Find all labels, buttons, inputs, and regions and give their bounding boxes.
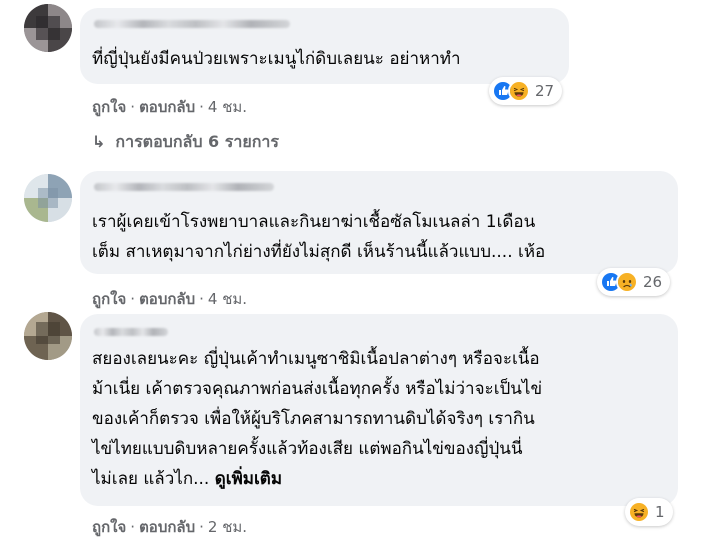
separator: · — [199, 518, 204, 536]
comment-text-line: สยองเลยนะคะ ญี่ปุ่นเค้าทำเมนูซาชิมิเนื้อ… — [92, 349, 540, 369]
timestamp[interactable]: 2 ชม. — [208, 518, 247, 536]
commenter-name[interactable] — [94, 328, 168, 336]
comment-text-line: ม้าเนี่ย เค้าตรวจคุณภาพก่อนส่งเนื้อทุกคร… — [92, 379, 543, 399]
comment-text-line: เราผู้เคยเข้าโรงพยาบาลและกินยาฆ่าเชื้อซั… — [92, 212, 536, 232]
reply-button[interactable]: ตอบกลับ — [139, 518, 195, 536]
separator: · — [199, 98, 204, 116]
commenter-name[interactable] — [94, 183, 274, 191]
comment-text-line: ไข่ไทยแบบดิบหลายครั้งแล้วท้องเสีย แต่พอก… — [92, 439, 523, 459]
comment-text-line: ของเค้าก็ตรวจ เพื่อให้ผู้บริโภคสามารถทาน… — [92, 409, 535, 429]
comment-bubble: ที่ญี่ปุ่นยังมีคนป่วยเพราะเมนูไก่ดิบเลยน… — [80, 8, 569, 84]
comment-text-line: ไม่เลย แล้วไก... ดูเพิ่มเติม — [92, 466, 282, 492]
like-button[interactable]: ถูกใจ — [92, 518, 126, 536]
like-button[interactable]: ถูกใจ — [92, 290, 126, 308]
comment-text: ที่ญี่ปุ่นยังมีคนป่วยเพราะเมนูไก่ดิบเลยน… — [92, 49, 461, 69]
avatar[interactable] — [24, 174, 72, 222]
separator: · — [130, 518, 136, 536]
comment-actions: ถูกใจ · ตอบกลับ · 2 ชม. — [92, 515, 247, 539]
reaction-count: 1 — [655, 503, 665, 521]
timestamp[interactable]: 4 ชม. — [208, 290, 247, 308]
comment-text-truncated: ไม่เลย แล้วไก... — [92, 469, 210, 489]
reaction-summary[interactable]: 27 — [489, 77, 563, 105]
avatar[interactable] — [24, 4, 72, 52]
view-replies-label: การตอบกลับ 6 รายการ — [115, 132, 279, 151]
separator: · — [199, 290, 204, 308]
see-more-link[interactable]: ดูเพิ่มเติม — [215, 469, 282, 489]
comment-bubble: สยองเลยนะคะ ญี่ปุ่นเค้าทำเมนูซาชิมิเนื้อ… — [80, 314, 678, 506]
haha-icon — [508, 80, 530, 102]
reaction-summary[interactable]: 1 — [625, 498, 673, 526]
haha-icon — [628, 501, 650, 523]
sad-icon — [616, 271, 638, 293]
like-button[interactable]: ถูกใจ — [92, 98, 126, 116]
avatar[interactable] — [24, 312, 72, 360]
comment-bubble: เราผู้เคยเข้าโรงพยาบาลและกินยาฆ่าเชื้อซั… — [80, 171, 678, 274]
reaction-count: 26 — [643, 273, 663, 291]
separator: · — [130, 290, 136, 308]
reply-arrow-icon: ↳ — [92, 132, 106, 151]
comment-actions: ถูกใจ · ตอบกลับ · 4 ชม. — [92, 95, 247, 119]
reaction-count: 27 — [535, 82, 555, 100]
reply-button[interactable]: ตอบกลับ — [139, 290, 195, 308]
view-replies-link[interactable]: ↳ การตอบกลับ 6 รายการ — [92, 130, 279, 155]
comment-text-line: เต็ม สาเหตุมาจากไก่ย่างที่ยังไม่สุกดี เห… — [92, 242, 546, 262]
separator: · — [130, 98, 136, 116]
reaction-summary[interactable]: 26 — [597, 268, 671, 296]
timestamp[interactable]: 4 ชม. — [208, 98, 247, 116]
comment-actions: ถูกใจ · ตอบกลับ · 4 ชม. — [92, 287, 247, 311]
commenter-name[interactable] — [94, 20, 290, 28]
reply-button[interactable]: ตอบกลับ — [139, 98, 195, 116]
